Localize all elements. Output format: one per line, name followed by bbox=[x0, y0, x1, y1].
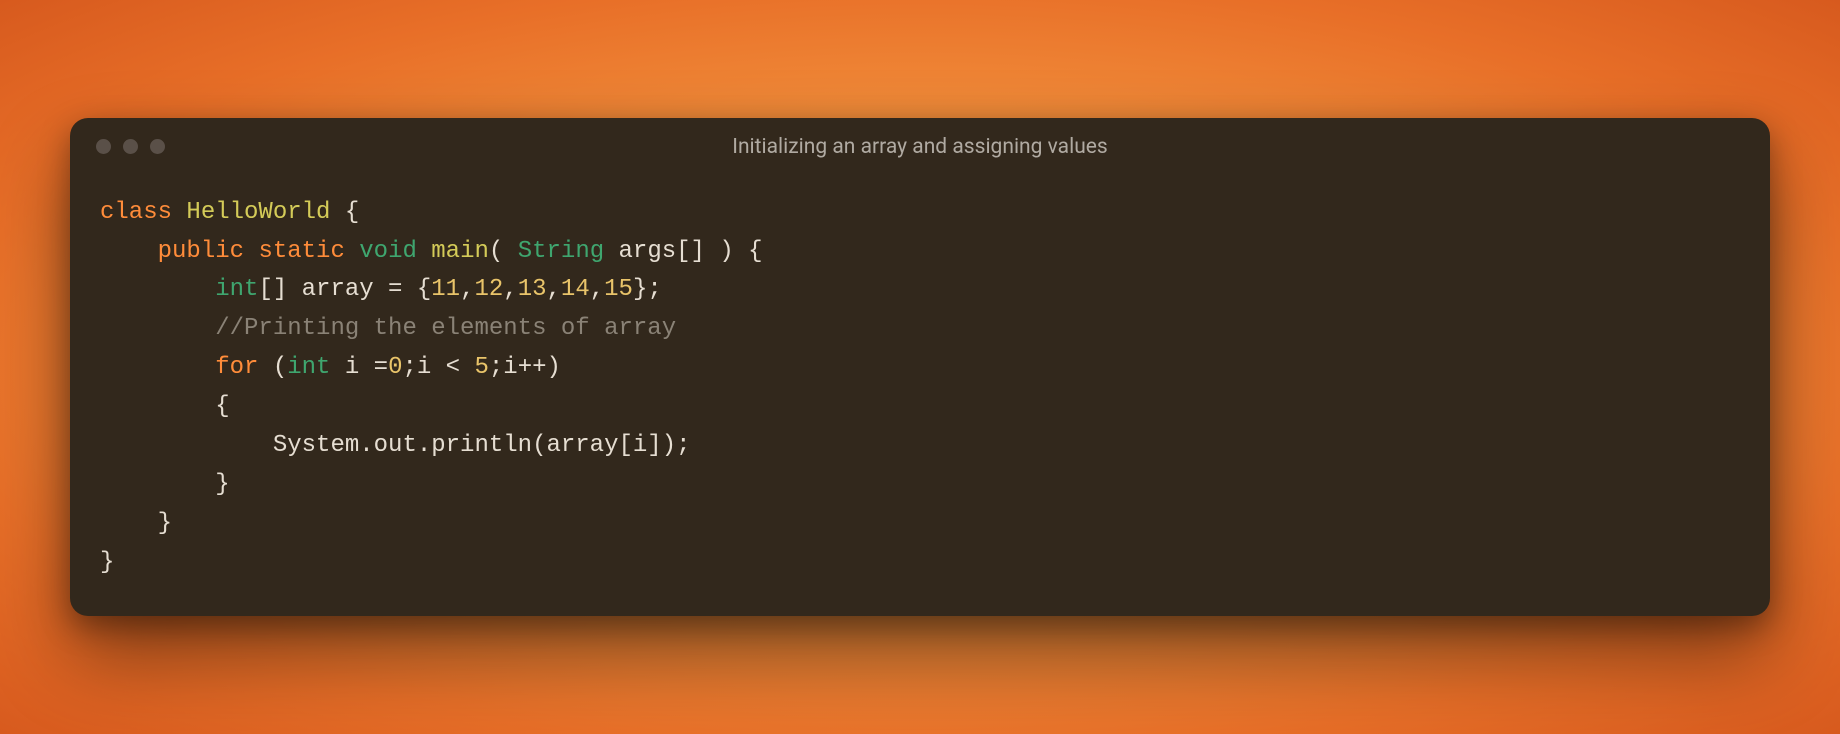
code-token: ;i < bbox=[402, 354, 474, 381]
code-token: int bbox=[287, 354, 330, 381]
code-block: class HelloWorld { public static void ma… bbox=[100, 194, 1740, 583]
code-token: 12 bbox=[474, 276, 503, 303]
code-token: 15 bbox=[604, 276, 633, 303]
code-indent bbox=[100, 432, 273, 459]
code-token: i = bbox=[330, 354, 388, 381]
code-token: static bbox=[258, 238, 359, 265]
code-token: String bbox=[518, 238, 604, 265]
code-token: class bbox=[100, 199, 186, 226]
code-token: { bbox=[330, 199, 359, 226]
code-token: { bbox=[215, 393, 229, 420]
code-token: } bbox=[215, 471, 229, 498]
code-token: main bbox=[431, 238, 489, 265]
code-token: } bbox=[100, 549, 114, 576]
code-token: } bbox=[158, 510, 172, 537]
code-line: //Printing the elements of array bbox=[100, 315, 676, 342]
code-token: int bbox=[215, 276, 258, 303]
code-line: } bbox=[100, 549, 114, 576]
code-token: , bbox=[503, 276, 517, 303]
code-line: public static void main( String args[] )… bbox=[100, 238, 763, 265]
code-token: void bbox=[359, 238, 431, 265]
code-line: for (int i =0;i < 5;i++) bbox=[100, 354, 561, 381]
code-line: } bbox=[100, 510, 172, 537]
code-token: ( bbox=[273, 354, 287, 381]
code-indent bbox=[100, 471, 215, 498]
code-line: { bbox=[100, 393, 230, 420]
titlebar: Initializing an array and assigning valu… bbox=[70, 118, 1770, 176]
code-token: }; bbox=[633, 276, 662, 303]
code-token: , bbox=[547, 276, 561, 303]
code-line: int[] array = {11,12,13,14,15}; bbox=[100, 276, 662, 303]
code-token: 0 bbox=[388, 354, 402, 381]
code-indent bbox=[100, 354, 215, 381]
code-token: 14 bbox=[561, 276, 590, 303]
close-icon[interactable] bbox=[96, 139, 111, 154]
code-line: class HelloWorld { bbox=[100, 199, 359, 226]
code-token: HelloWorld bbox=[186, 199, 330, 226]
code-token: for bbox=[215, 354, 273, 381]
code-token: 5 bbox=[474, 354, 488, 381]
code-indent bbox=[100, 238, 158, 265]
code-token: ;i++) bbox=[489, 354, 561, 381]
minimize-icon[interactable] bbox=[123, 139, 138, 154]
window-title: Initializing an array and assigning valu… bbox=[70, 135, 1770, 159]
code-line: System.out.println(array[i]); bbox=[100, 432, 691, 459]
code-indent bbox=[100, 510, 158, 537]
code-token: [] array = { bbox=[258, 276, 431, 303]
code-token: public bbox=[158, 238, 259, 265]
code-token: System.out.println(array[i]); bbox=[273, 432, 691, 459]
code-token: , bbox=[590, 276, 604, 303]
code-token: 13 bbox=[518, 276, 547, 303]
code-line: } bbox=[100, 471, 230, 498]
code-token: args[] ) { bbox=[604, 238, 762, 265]
code-token: ( bbox=[489, 238, 518, 265]
zoom-icon[interactable] bbox=[150, 139, 165, 154]
code-token: //Printing the elements of array bbox=[215, 315, 676, 342]
code-token: , bbox=[460, 276, 474, 303]
code-indent bbox=[100, 315, 215, 342]
code-indent bbox=[100, 393, 215, 420]
code-window: Initializing an array and assigning valu… bbox=[70, 118, 1770, 617]
code-indent bbox=[100, 276, 215, 303]
traffic-lights bbox=[96, 139, 165, 154]
code-token: 11 bbox=[431, 276, 460, 303]
code-area: class HelloWorld { public static void ma… bbox=[70, 176, 1770, 583]
